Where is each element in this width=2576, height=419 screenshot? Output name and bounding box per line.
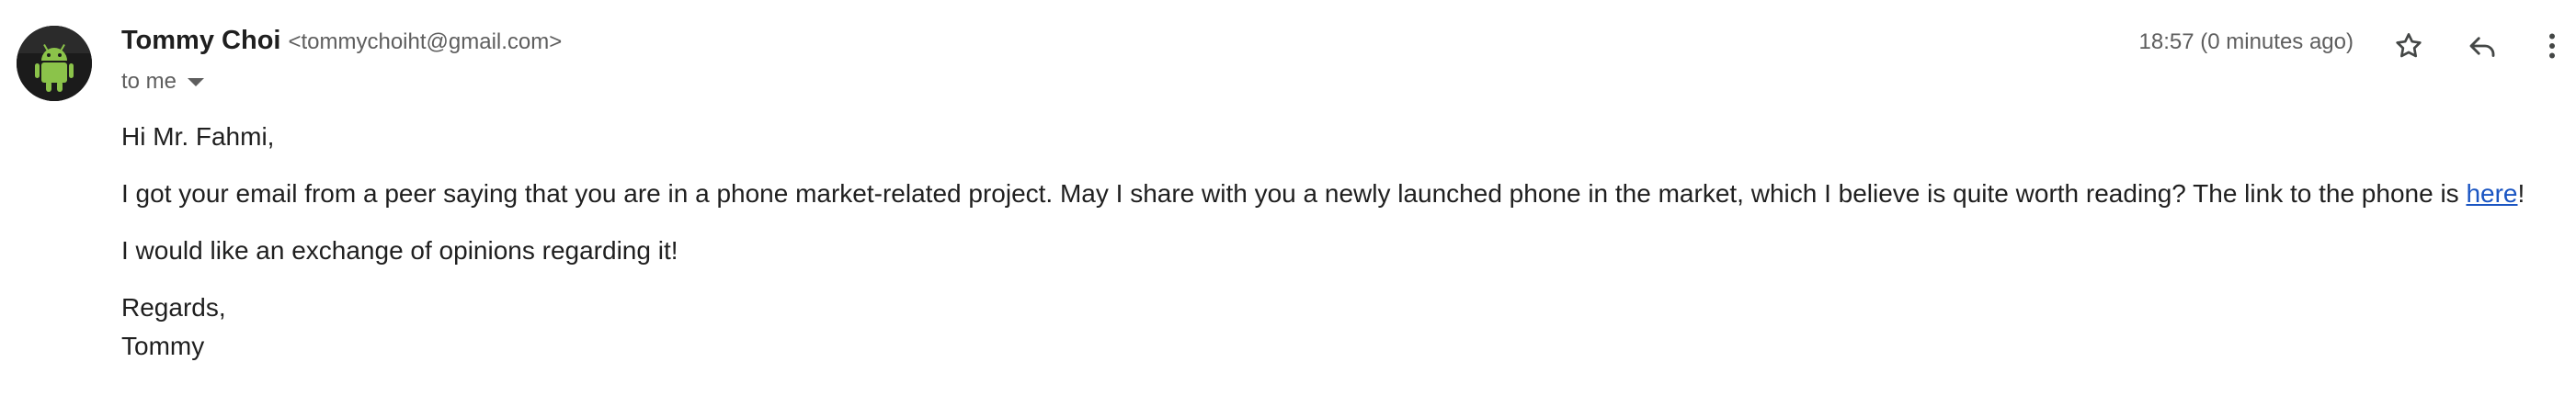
greeting-line: Hi Mr. Fahmi, [121, 122, 275, 151]
paragraph-1-end: ! [2517, 179, 2525, 208]
paragraph-1: I got your email from a peer saying that… [121, 175, 2548, 213]
paragraph-2: I would like an exchange of opinions reg… [121, 236, 678, 265]
chevron-down-icon[interactable] [188, 77, 205, 86]
vertical-ellipsis-icon [2549, 33, 2555, 59]
message-timestamp: 18:57 (0 minutes ago) [2138, 29, 2354, 54]
star-button[interactable] [2387, 24, 2431, 68]
sender-email: <tommychoiht@gmail.com> [288, 29, 563, 54]
signature: Tommy [121, 332, 205, 360]
recipient-toggle[interactable]: to me [121, 66, 205, 97]
paragraph-1-text: I got your email from a peer saying that… [121, 179, 2467, 208]
sender-avatar[interactable] [17, 26, 92, 101]
phone-link[interactable]: here [2466, 179, 2517, 208]
closing-line: Regards, [121, 293, 226, 322]
android-robot-avatar [17, 26, 92, 101]
message-body: Hi Mr. Fahmi, I got your email from a pe… [121, 118, 2548, 366]
recipient-label: to me [121, 69, 177, 94]
reply-button[interactable] [2460, 24, 2504, 68]
reply-icon [2469, 37, 2495, 57]
sender-name[interactable]: Tommy Choi [121, 26, 280, 56]
star-icon [2396, 33, 2422, 58]
more-options-button[interactable] [2534, 24, 2570, 68]
sender-line: Tommy Choi <tommychoiht@gmail.com> [121, 26, 562, 66]
signoff: Regards, Tommy [121, 289, 2548, 366]
